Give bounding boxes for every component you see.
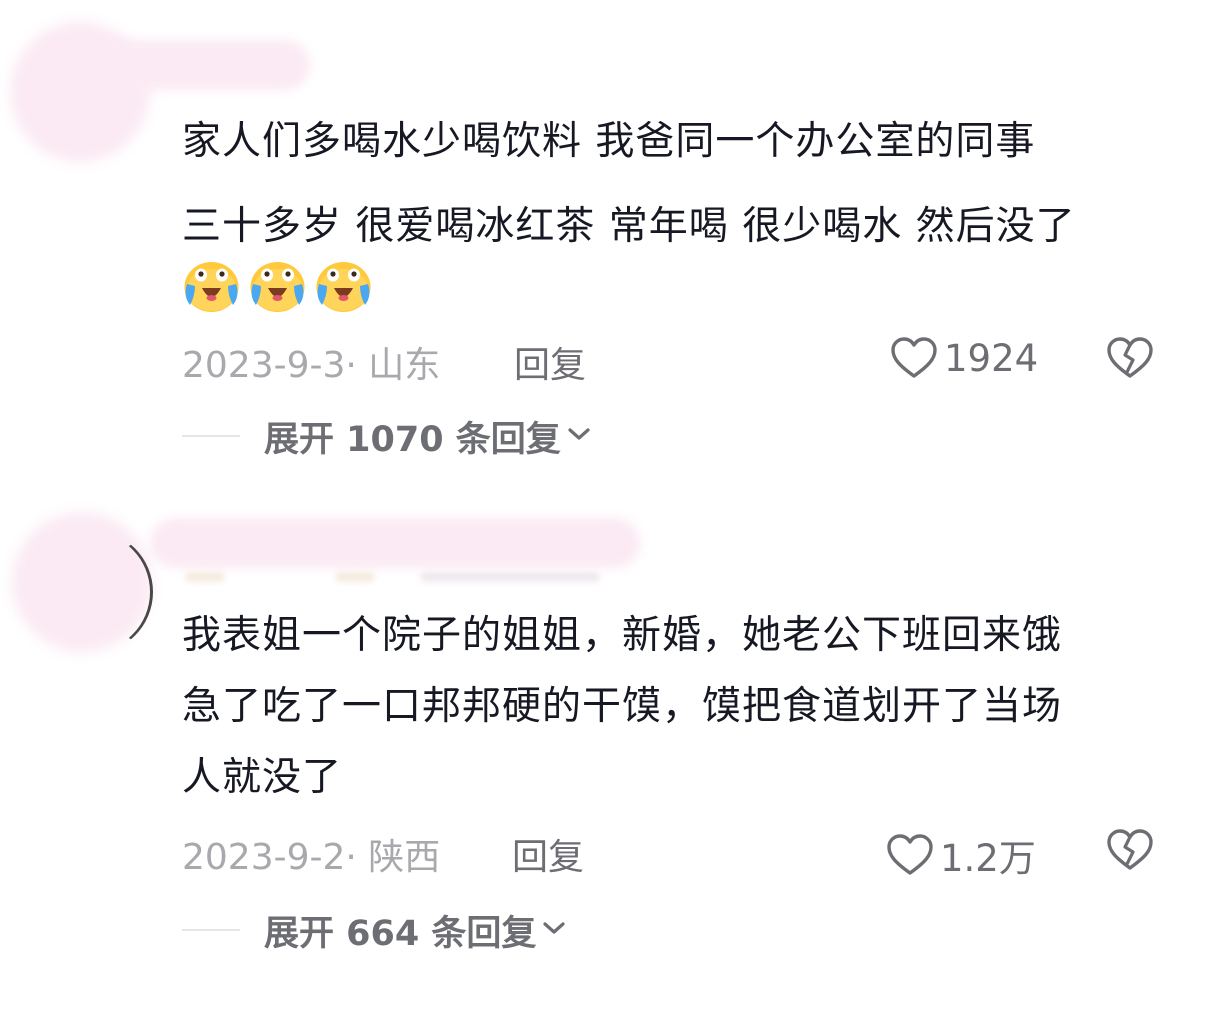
expand-replies-label: 展开 664 条回复: [264, 913, 537, 954]
like-count: 1.2万: [940, 837, 1036, 880]
chevron-down-icon: [540, 917, 568, 943]
broken-heart-icon: [1106, 829, 1154, 881]
heart-icon: [886, 833, 934, 877]
like-button[interactable]: 1.2万: [886, 828, 1036, 882]
comment-text-line: 急了吃了一口邦邦硬的干馍，馍把食道划开了当场: [182, 684, 1063, 729]
comment-text-line: 人就没了: [182, 755, 343, 800]
user-badge: [185, 572, 225, 582]
dislike-button[interactable]: [1106, 828, 1154, 881]
comment-meta: 2023-9-2· 陕西 回复 1.2万: [182, 828, 1172, 880]
username[interactable]: [150, 518, 640, 568]
user-badge: [335, 572, 375, 582]
comment-item: 我表姐一个院子的姐姐，新婚，她老公下班回来饿 急了吃了一口邦邦硬的干馍，馍把食道…: [0, 0, 1206, 1014]
date-location: 2023-9-2· 陕西: [182, 837, 441, 878]
avatar-ring: [28, 530, 153, 654]
comment-text: 我表姐一个院子的姐姐，新婚，她老公下班回来饿 急了吃了一口邦邦硬的干馍，馍把食道…: [182, 614, 1172, 841]
expand-replies-button[interactable]: 展开 664 条回复: [182, 908, 568, 954]
comment-text-line: 我表姐一个院子的姐姐，新婚，她老公下班回来饿: [182, 613, 1063, 658]
divider: [182, 929, 240, 931]
reply-button[interactable]: 回复: [512, 828, 584, 880]
user-badge: [420, 572, 600, 582]
